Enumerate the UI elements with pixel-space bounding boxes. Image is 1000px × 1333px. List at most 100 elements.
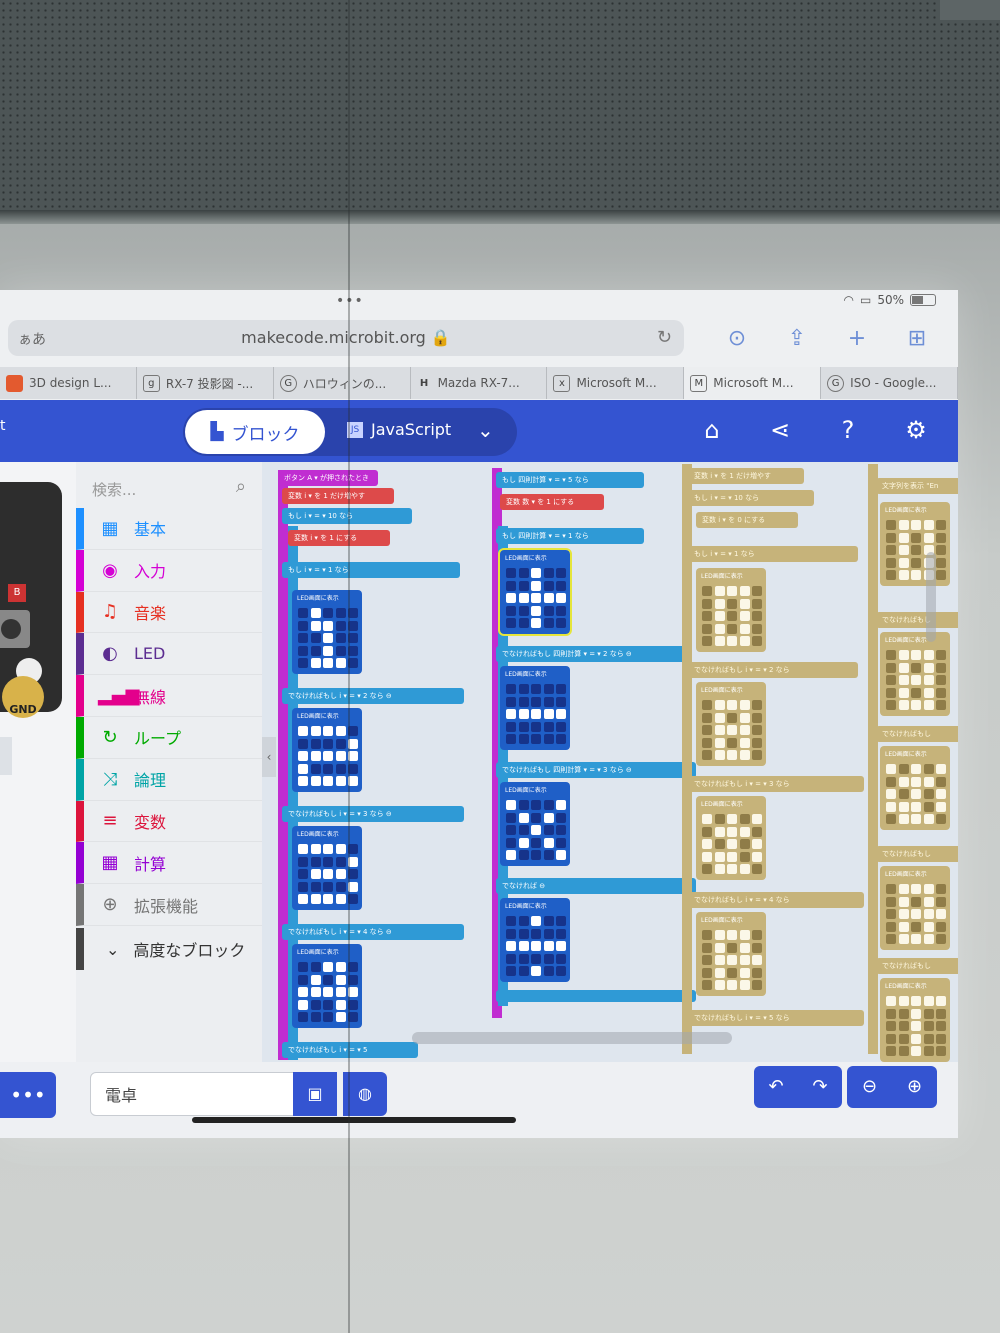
led-cell[interactable] <box>936 650 946 660</box>
led-cell[interactable] <box>886 532 896 543</box>
led-cell[interactable] <box>923 764 934 774</box>
led-cell[interactable] <box>335 620 346 631</box>
led-cell[interactable] <box>936 662 946 673</box>
led-cell[interactable] <box>923 921 934 932</box>
led-cell[interactable] <box>323 844 333 854</box>
led-cell[interactable] <box>556 928 566 939</box>
reload-icon[interactable]: ↻ <box>657 327 672 348</box>
led-cell[interactable] <box>310 962 321 972</box>
led-cell[interactable] <box>323 620 333 631</box>
led-cell[interactable] <box>936 1008 946 1019</box>
save-button[interactable]: ▣ <box>293 1072 337 1116</box>
led-cell[interactable] <box>911 789 921 799</box>
led-cell[interactable] <box>702 623 712 634</box>
led-cell[interactable] <box>936 687 946 698</box>
led-cell[interactable] <box>898 921 909 932</box>
led-cell[interactable] <box>714 623 725 634</box>
led-cell[interactable] <box>727 839 737 849</box>
led-cell[interactable] <box>518 825 529 835</box>
led-cell[interactable] <box>543 721 554 732</box>
led-cell[interactable] <box>752 955 762 965</box>
javascript-tab[interactable]: JS JavaScript <box>347 420 451 439</box>
led-cell[interactable] <box>518 593 529 603</box>
led-cell[interactable] <box>310 881 321 892</box>
led-cell[interactable] <box>335 645 346 656</box>
if-block[interactable]: もし i ▾ = ▾ 10 なら <box>282 508 412 524</box>
led-cell[interactable] <box>898 700 909 710</box>
led-cell[interactable] <box>335 844 346 854</box>
if-block[interactable]: もし 四則計算 ▾ = ▾ 1 なら <box>496 528 644 544</box>
led-grid[interactable] <box>500 682 570 750</box>
led-cell[interactable] <box>936 675 946 685</box>
led-cell[interactable] <box>298 974 308 985</box>
home-indicator[interactable] <box>192 1117 516 1123</box>
led-cell[interactable] <box>714 851 725 862</box>
led-cell[interactable] <box>335 633 346 643</box>
advanced-blocks-toggle[interactable]: ⌄ 高度なブロック <box>76 928 262 970</box>
led-cell[interactable] <box>714 864 725 874</box>
led-cell[interactable] <box>886 650 896 660</box>
led-cell[interactable] <box>543 953 554 964</box>
block-stack-disabled[interactable]: 変数 i ▾ を 1 だけ増やす もし i ▾ = ▾ 10 なら 変数 i ▾… <box>682 464 864 1054</box>
led-cell[interactable] <box>936 570 946 580</box>
led-cell[interactable] <box>518 696 529 707</box>
led-cell[interactable] <box>556 709 566 719</box>
led-cell[interactable] <box>543 966 554 976</box>
if-block[interactable]: もし i ▾ = ▾ 1 なら <box>282 562 460 578</box>
led-cell[interactable] <box>936 789 946 799</box>
led-cell[interactable] <box>886 896 896 907</box>
category-variables[interactable]: ≡ 変数 <box>76 800 262 843</box>
led-cell[interactable] <box>727 586 737 596</box>
led-cell[interactable] <box>752 725 762 735</box>
led-cell[interactable] <box>310 856 321 867</box>
show-leds-block[interactable]: LED画面に表示 <box>292 590 362 674</box>
led-cell[interactable] <box>323 974 333 985</box>
led-cell[interactable] <box>506 850 516 860</box>
led-cell[interactable] <box>898 789 909 799</box>
led-cell[interactable] <box>752 700 762 710</box>
led-cell[interactable] <box>911 700 921 710</box>
led-cell[interactable] <box>727 930 737 940</box>
led-cell[interactable] <box>714 930 725 940</box>
led-cell[interactable] <box>323 962 333 972</box>
led-cell[interactable] <box>543 850 554 860</box>
led-grid[interactable] <box>696 812 766 880</box>
led-cell[interactable] <box>923 934 934 944</box>
led-cell[interactable] <box>923 801 934 812</box>
category-math[interactable]: ▦ 計算 <box>76 842 262 885</box>
home-icon[interactable]: ⌂ <box>696 414 728 446</box>
vertical-scrollbar[interactable] <box>926 552 936 642</box>
if-block[interactable]: もし 四則計算 ▾ = ▾ 5 なら <box>496 472 644 488</box>
led-cell[interactable] <box>543 618 554 628</box>
led-cell[interactable] <box>298 608 308 618</box>
led-cell[interactable] <box>310 1012 321 1022</box>
led-cell[interactable] <box>323 1012 333 1022</box>
led-cell[interactable] <box>543 709 554 719</box>
ghost-show-leds-block[interactable]: LED画面に表示 <box>696 568 766 652</box>
led-cell[interactable] <box>714 967 725 978</box>
led-cell[interactable] <box>752 814 762 824</box>
led-cell[interactable] <box>335 1012 346 1022</box>
new-tab-icon[interactable]: + <box>840 322 874 356</box>
ghost-show-leds-block[interactable]: LED画面に表示 <box>696 796 766 880</box>
led-cell[interactable] <box>752 851 762 862</box>
led-cell[interactable] <box>298 738 308 749</box>
led-cell[interactable] <box>886 776 896 787</box>
led-cell[interactable] <box>739 839 750 849</box>
led-cell[interactable] <box>886 700 896 710</box>
led-cell[interactable] <box>531 696 541 707</box>
led-cell[interactable] <box>298 962 308 972</box>
zoom-in-button[interactable]: ⊕ <box>892 1066 937 1108</box>
led-cell[interactable] <box>298 844 308 854</box>
led-cell[interactable] <box>531 593 541 603</box>
led-cell[interactable] <box>739 930 750 940</box>
led-cell[interactable] <box>298 1012 308 1022</box>
led-cell[interactable] <box>323 894 333 904</box>
led-cell[interactable] <box>898 1033 909 1044</box>
led-cell[interactable] <box>714 814 725 824</box>
led-cell[interactable] <box>702 967 712 978</box>
led-cell[interactable] <box>531 941 541 951</box>
toolbox-search[interactable]: 検索... ⌕ <box>84 474 250 504</box>
led-grid[interactable] <box>880 762 950 830</box>
led-cell[interactable] <box>310 894 321 904</box>
